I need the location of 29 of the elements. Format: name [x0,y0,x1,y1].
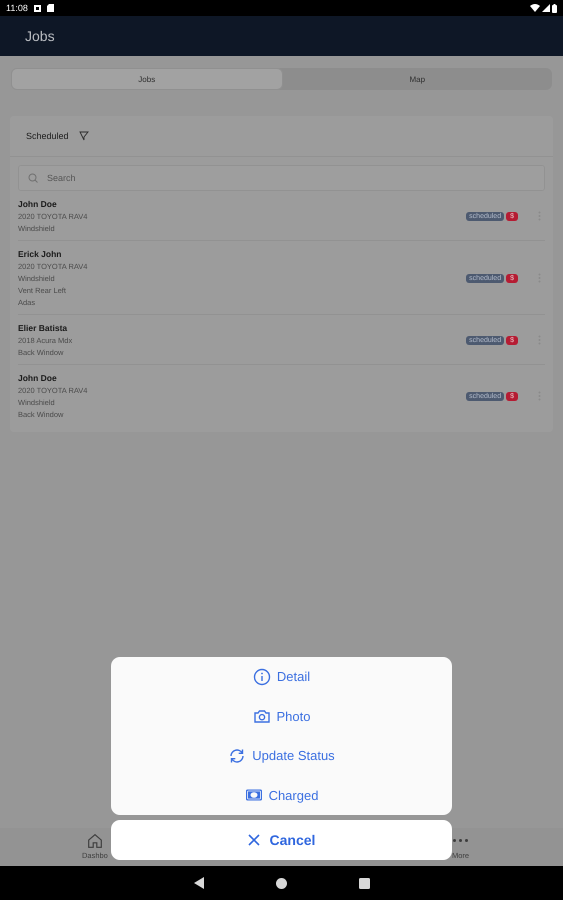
more-icon [453,839,468,842]
tab[interactable]: Jobs [11,68,282,90]
page-title: Jobs [25,28,55,44]
sync-icon [228,746,246,765]
search-field[interactable]: Search [18,165,545,191]
customer-name: Erick John [18,249,62,259]
action-item[interactable]: Detail [111,657,452,696]
back-icon[interactable] [194,877,204,889]
filter-icon[interactable] [78,131,89,141]
home-icon[interactable] [276,878,286,888]
cancel-button[interactable]: Cancel [111,820,452,860]
sd-card-icon [46,4,54,12]
recents-icon[interactable] [358,878,370,888]
customer-name: John Doe [18,373,58,383]
notification-icon [34,4,41,12]
search-icon [28,173,38,183]
battery-icon [552,4,557,12]
wifi-icon [530,4,540,12]
customer-name: John Doe [18,199,58,209]
action-item[interactable]: Update Status [111,736,452,776]
filter-label: Scheduled [26,131,69,141]
action-item[interactable]: Photo [111,696,452,736]
action-item[interactable]: Charged [111,776,452,815]
close-icon [248,834,260,846]
signal-icon [542,4,550,12]
info-icon [252,668,271,686]
customer-name: Elier Batista [18,323,68,333]
clock: 11:08 [6,3,28,13]
tab[interactable]: Map [282,68,552,90]
